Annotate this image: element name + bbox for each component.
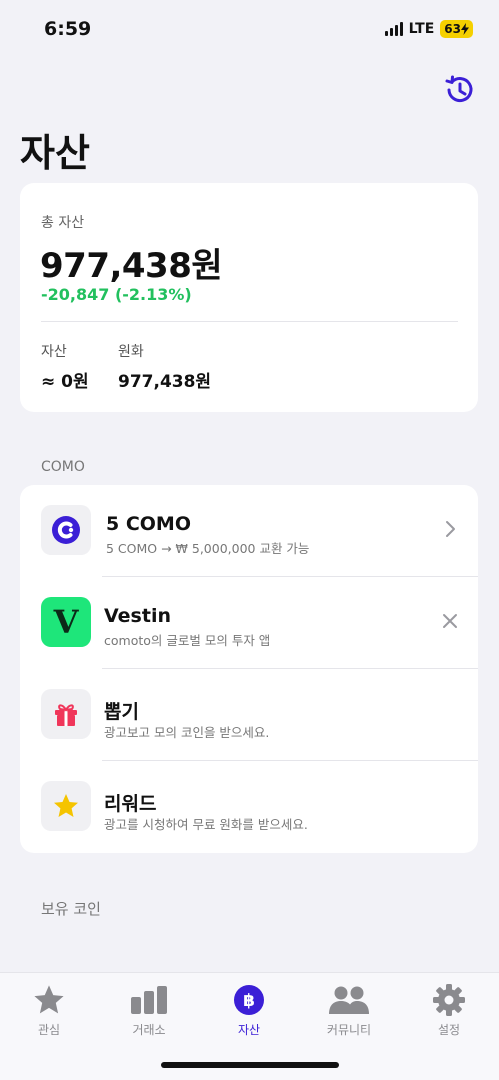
list-item-como[interactable]: 5 COMO 5 COMO → ₩ 5,000,000 교환 가능 [20, 485, 478, 577]
list-item-title: 리워드 [104, 793, 157, 815]
home-indicator [161, 1062, 339, 1068]
tab-label: 설정 [437, 1023, 461, 1037]
list-item-title: 5 COMO [106, 513, 191, 535]
assets-stat: 자산 ≈ 0원 [41, 341, 89, 392]
tab-settings[interactable]: 설정 [409, 983, 489, 1038]
tab-watchlist[interactable]: 관심 [9, 983, 89, 1038]
como-logo-icon [41, 505, 91, 555]
status-bar: 6:59 LTE 63 [0, 0, 499, 60]
list-item-subtitle: 5 COMO → ₩ 5,000,000 교환 가능 [106, 541, 310, 556]
list-item-subtitle: 광고를 시청하여 무료 원화를 받으세요. [104, 817, 308, 832]
history-icon [445, 75, 473, 103]
star-icon [9, 983, 89, 1017]
people-icon [309, 983, 389, 1017]
como-section-label: COMO [41, 459, 85, 475]
como-card: 5 COMO 5 COMO → ₩ 5,000,000 교환 가능 V Vest… [20, 485, 478, 853]
total-change: -20,847 (-2.13%) [41, 285, 192, 304]
divider [41, 321, 458, 322]
vestin-logo-letter: V [53, 603, 79, 641]
gear-icon [409, 983, 489, 1017]
krw-value: 977,438원 [118, 372, 212, 392]
network-label: LTE [408, 21, 435, 37]
battery-level: 63 [444, 22, 461, 36]
vestin-logo-icon: V [41, 597, 91, 647]
total-assets-label: 총 자산 [41, 215, 85, 231]
svg-text:฿: ฿ [243, 991, 255, 1011]
bar-chart-icon [109, 983, 189, 1017]
signal-icon [384, 22, 403, 36]
gift-icon [41, 689, 91, 739]
tab-community[interactable]: 커뮤니티 [309, 983, 389, 1038]
tab-assets[interactable]: ฿ 자산 [209, 983, 289, 1038]
tab-label: 자산 [237, 1023, 261, 1037]
status-indicators: LTE 63 [384, 20, 473, 38]
chevron-right-icon [440, 519, 460, 539]
krw-stat: 원화 977,438원 [118, 341, 211, 392]
tab-label: 거래소 [132, 1023, 166, 1037]
close-icon[interactable] [440, 611, 460, 631]
list-item-vestin[interactable]: V Vestin comoto의 글로벌 모의 투자 앱 [20, 577, 478, 669]
holdings-section-label: 보유 코인 [41, 900, 101, 918]
list-item-title: Vestin [104, 605, 171, 627]
battery-indicator: 63 [440, 20, 473, 38]
total-assets-card: 총 자산 977,438원 -20,847 (-2.13%) 자산 ≈ 0원 원… [20, 183, 478, 412]
total-assets-value: 977,438원 [40, 246, 223, 286]
history-button[interactable] [441, 72, 477, 108]
list-item-subtitle: comoto의 글로벌 모의 투자 앱 [104, 633, 271, 648]
assets-value: ≈ 0원 [41, 372, 89, 392]
list-item-draw[interactable]: 뽑기 광고보고 모의 코인을 받으세요. [20, 669, 478, 761]
tab-label: 관심 [37, 1023, 61, 1037]
list-item-title: 뽑기 [104, 701, 139, 723]
charging-icon [461, 23, 469, 35]
krw-label: 원화 [118, 344, 144, 360]
assets-label: 자산 [41, 344, 67, 360]
status-time: 6:59 [44, 18, 92, 40]
star-icon [41, 781, 91, 831]
list-item-subtitle: 광고보고 모의 코인을 받으세요. [104, 725, 270, 740]
tab-exchange[interactable]: 거래소 [109, 983, 189, 1038]
page-title: 자산 [20, 131, 90, 175]
list-item-reward[interactable]: 리워드 광고를 시청하여 무료 원화를 받으세요. [20, 761, 478, 853]
bitcoin-icon: ฿ [209, 983, 289, 1017]
tab-label: 커뮤니티 [326, 1023, 372, 1037]
